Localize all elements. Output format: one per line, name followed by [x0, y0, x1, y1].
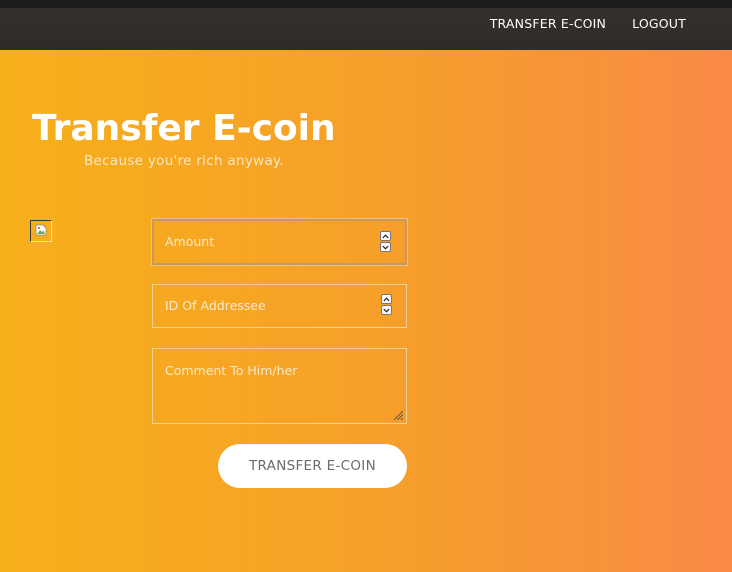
nav-link-logout[interactable]: LOGOUT	[632, 16, 686, 31]
transfer-ecoin-button[interactable]: TRANSFER E-COIN	[218, 444, 407, 488]
page-title: Transfer E-coin	[32, 108, 336, 149]
amount-input[interactable]: Amount	[152, 219, 407, 265]
nav-link-transfer-ecoin[interactable]: TRANSFER E-COIN	[490, 16, 606, 31]
chevron-down-icon[interactable]	[381, 305, 392, 315]
addressee-spinner[interactable]	[381, 294, 392, 315]
chevron-up-icon[interactable]	[381, 294, 392, 304]
amount-placeholder: Amount	[165, 234, 215, 249]
page-subtitle: Because you're rich anyway.	[84, 153, 284, 169]
addressee-id-input[interactable]: ID Of Addressee	[152, 284, 407, 328]
amount-spinner[interactable]	[380, 231, 391, 252]
comment-textarea[interactable]: Comment To Him/her	[152, 348, 407, 424]
chevron-down-icon[interactable]	[380, 242, 391, 252]
main-nav: TRANSFER E-COIN LOGOUT	[490, 16, 686, 31]
chevron-up-icon[interactable]	[380, 231, 391, 241]
top-navbar: TRANSFER E-COIN LOGOUT	[0, 0, 732, 50]
resize-grip-icon[interactable]	[393, 410, 404, 421]
broken-image-icon	[30, 220, 52, 242]
comment-placeholder: Comment To Him/her	[165, 363, 298, 378]
page: TRANSFER E-COIN LOGOUT Transfer E-coin B…	[0, 0, 732, 572]
addressee-placeholder: ID Of Addressee	[165, 298, 266, 313]
